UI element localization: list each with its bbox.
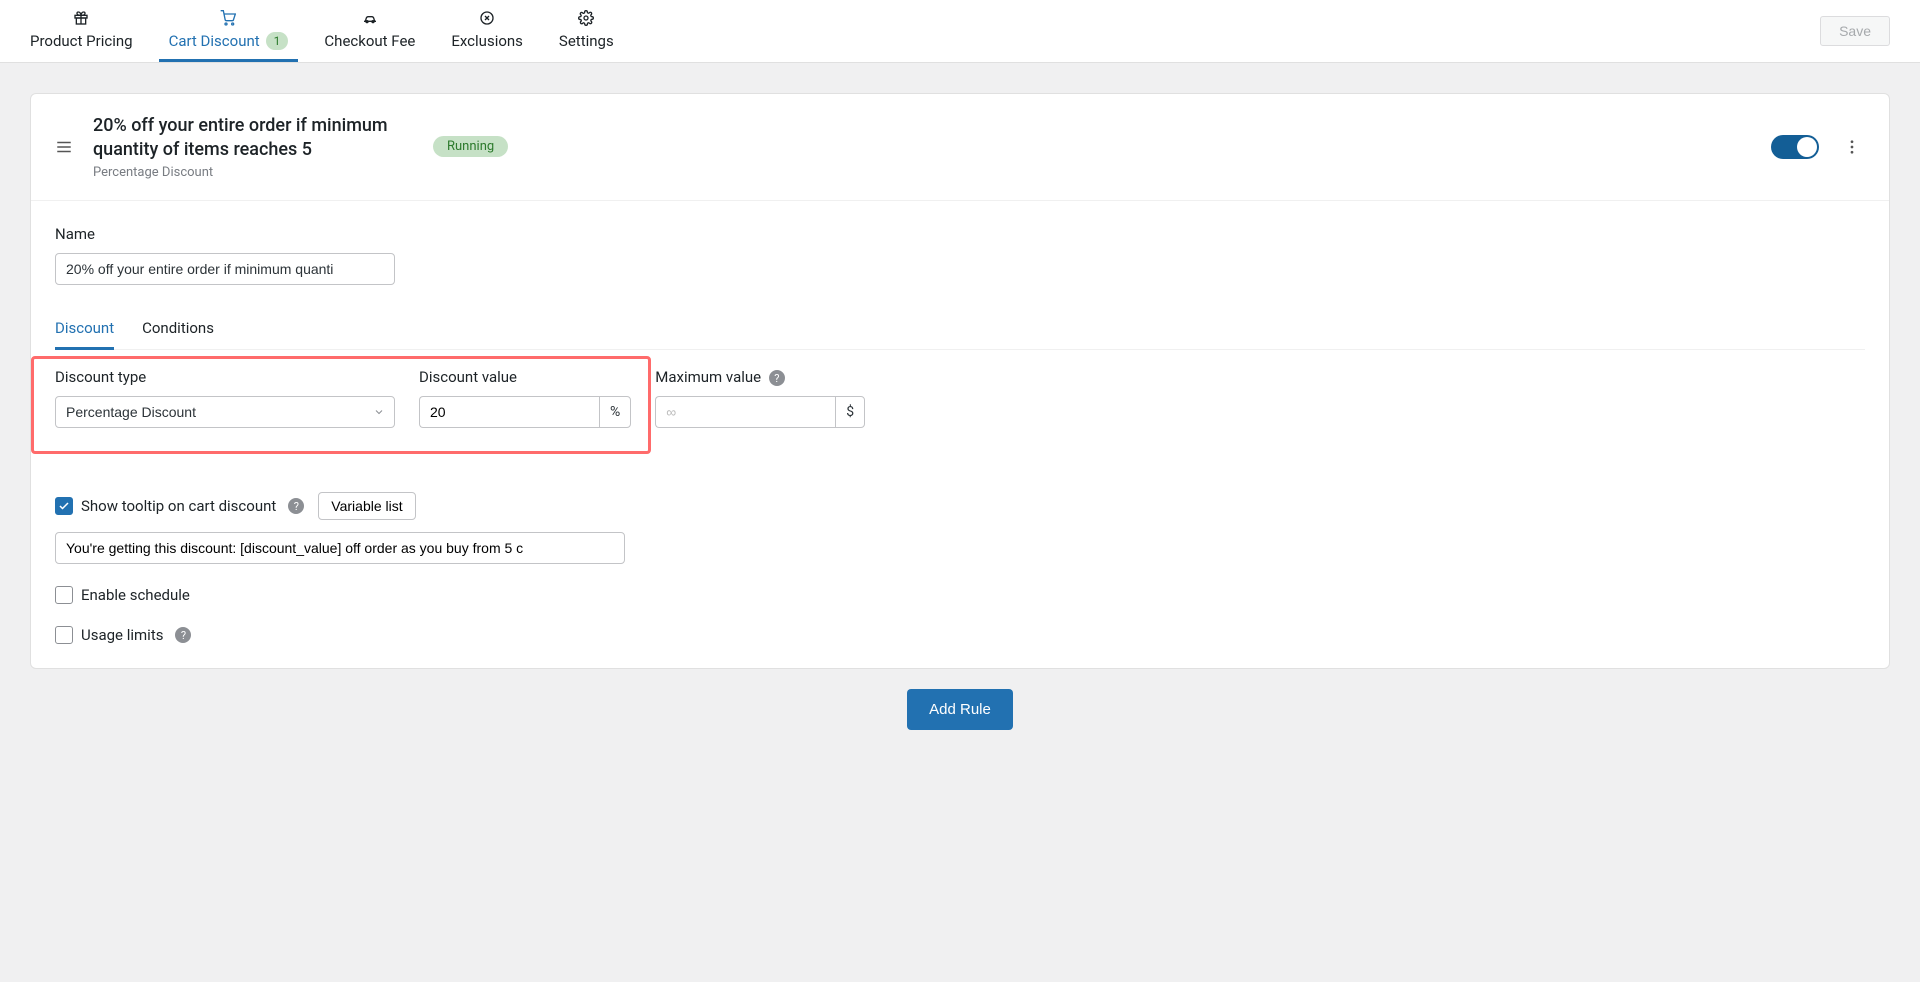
tab-label: Settings bbox=[559, 32, 614, 50]
show-tooltip-checkbox[interactable] bbox=[55, 497, 73, 515]
tab-settings[interactable]: Settings bbox=[559, 0, 614, 62]
car-icon bbox=[362, 10, 378, 26]
cart-icon bbox=[220, 10, 236, 26]
rule-header: 20% off your entire order if minimum qua… bbox=[31, 94, 1889, 201]
usage-limits-checkbox[interactable] bbox=[55, 626, 73, 644]
tab-product-pricing[interactable]: Product Pricing bbox=[30, 0, 133, 62]
tab-badge: 1 bbox=[266, 32, 289, 50]
subtab-discount[interactable]: Discount bbox=[55, 311, 114, 349]
discount-type-select[interactable]: Percentage Discount bbox=[55, 396, 395, 428]
rule-card: 20% off your entire order if minimum qua… bbox=[30, 93, 1890, 669]
help-icon[interactable]: ? bbox=[288, 498, 304, 514]
tab-label-text: Cart Discount bbox=[169, 32, 260, 50]
max-value-input[interactable] bbox=[655, 396, 835, 428]
enable-schedule-checkbox[interactable] bbox=[55, 586, 73, 604]
max-value-label: Maximum value ? bbox=[655, 368, 865, 387]
rule-title-block: 20% off your entire order if minimum qua… bbox=[93, 114, 413, 180]
drag-handle-icon[interactable] bbox=[55, 138, 73, 156]
tab-label: Exclusions bbox=[451, 32, 523, 50]
name-label: Name bbox=[55, 225, 1865, 243]
enable-toggle[interactable] bbox=[1771, 135, 1819, 159]
status-badge: Running bbox=[433, 136, 508, 157]
help-icon[interactable]: ? bbox=[175, 627, 191, 643]
tab-exclusions[interactable]: Exclusions bbox=[451, 0, 523, 62]
discount-type-label: Discount type bbox=[55, 368, 395, 386]
show-tooltip-label: Show tooltip on cart discount bbox=[81, 497, 276, 515]
top-tabs: Product Pricing Cart Discount 1 Checkout… bbox=[30, 0, 1820, 62]
tab-label: Product Pricing bbox=[30, 32, 133, 50]
discount-row: Discount type Percentage Discount Discou… bbox=[55, 350, 1865, 453]
gear-icon bbox=[578, 10, 594, 26]
rule-subtitle: Percentage Discount bbox=[93, 165, 413, 180]
page-body: 20% off your entire order if minimum qua… bbox=[0, 63, 1920, 760]
discount-value-label: Discount value bbox=[419, 368, 631, 386]
rule-title: 20% off your entire order if minimum qua… bbox=[93, 114, 413, 163]
more-menu-icon[interactable] bbox=[1839, 138, 1865, 156]
max-value-label-text: Maximum value bbox=[655, 368, 761, 386]
usage-limits-label: Usage limits bbox=[81, 626, 163, 644]
variable-list-button[interactable]: Variable list bbox=[318, 492, 415, 520]
gift-icon bbox=[73, 10, 89, 26]
tab-label: Checkout Fee bbox=[324, 32, 415, 50]
discount-value-suffix: % bbox=[599, 396, 631, 428]
topbar: Product Pricing Cart Discount 1 Checkout… bbox=[0, 0, 1920, 63]
rule-body: Name Discount Conditions Discount type P… bbox=[31, 201, 1889, 669]
tooltip-text-input[interactable] bbox=[55, 532, 625, 564]
save-button[interactable]: Save bbox=[1820, 16, 1890, 46]
subtab-conditions[interactable]: Conditions bbox=[142, 311, 214, 349]
enable-schedule-label: Enable schedule bbox=[81, 586, 190, 604]
add-rule-button[interactable]: Add Rule bbox=[907, 689, 1013, 730]
name-input[interactable] bbox=[55, 253, 395, 285]
discount-value-input[interactable] bbox=[419, 396, 599, 428]
max-value-suffix: $ bbox=[835, 396, 865, 428]
tab-cart-discount[interactable]: Cart Discount 1 bbox=[169, 0, 289, 62]
subtabs: Discount Conditions bbox=[55, 311, 1865, 350]
help-icon[interactable]: ? bbox=[769, 370, 785, 386]
tab-checkout-fee[interactable]: Checkout Fee bbox=[324, 0, 415, 62]
close-circle-icon bbox=[479, 10, 495, 26]
tab-label: Cart Discount 1 bbox=[169, 32, 289, 50]
toggle-knob bbox=[1797, 137, 1817, 157]
